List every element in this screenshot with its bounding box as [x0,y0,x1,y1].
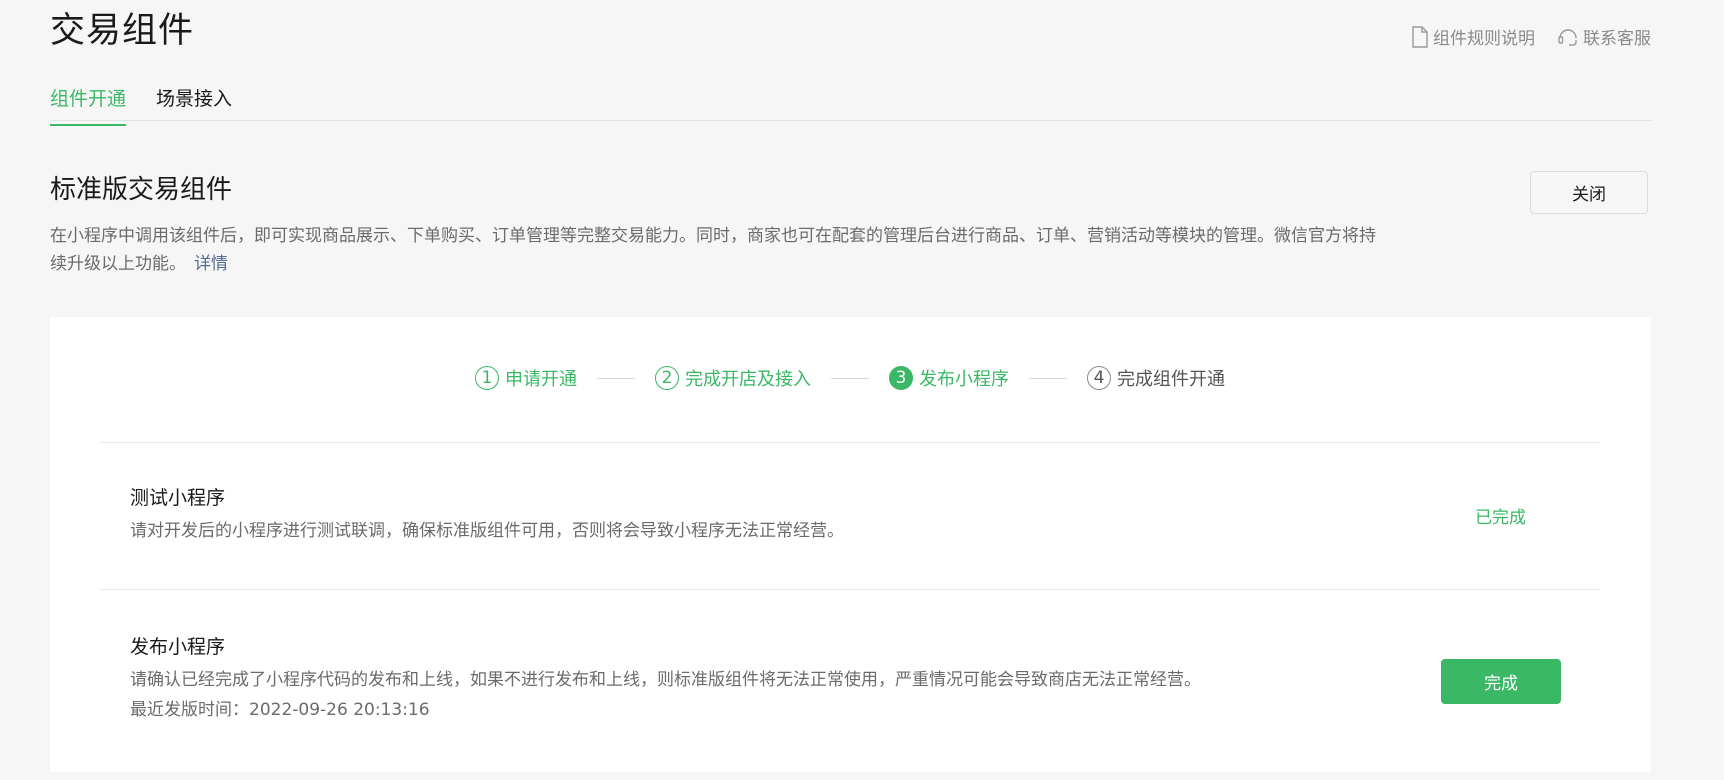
rules-link-label: 组件规则说明 [1433,29,1535,49]
task-publish: 发布小程序 请确认已经完成了小程序代码的发布和上线，如果不进行发布和上线，则标准… [130,633,1201,725]
step-1-label: 申请开通 [505,369,577,390]
step-2-number: 2 [655,366,679,390]
task-test-title: 测试小程序 [130,487,226,509]
step-4-number: 4 [1087,366,1111,390]
task-publish-title: 发布小程序 [130,636,226,658]
last-release-time: 最近发版时间：2022-09-26 20:13:16 [130,700,430,720]
task-test: 测试小程序 请对开发后的小程序进行测试联调，确保标准版组件可用，否则将会导致小程… [130,484,844,546]
progress-card: 1 申请开通 2 完成开店及接入 3 发布小程序 4 完成组件开通 测试小程序 … [50,317,1651,772]
tab-scenes[interactable]: 场景接入 [156,84,232,120]
document-icon [1411,25,1429,48]
close-button[interactable]: 关闭 [1530,171,1648,214]
complete-button[interactable]: 完成 [1441,659,1561,704]
detail-link[interactable]: 详情 [194,254,228,274]
divider [100,589,1600,590]
support-link[interactable]: 联系客服 [1557,24,1651,49]
step-4: 4 完成组件开通 [1087,365,1225,391]
step-1-number: 1 [475,366,499,390]
step-4-label: 完成组件开通 [1117,369,1225,390]
step-2: 2 完成开店及接入 [655,365,811,391]
component-title: 标准版交易组件 [50,175,233,205]
header-links: 组件规则说明 联系客服 [1411,24,1651,49]
component-description: 在小程序中调用该组件后，即可实现商品展示、下单购买、订单管理等完整交易能力。同时… [50,222,1390,278]
step-3: 3 发布小程序 [889,365,1009,391]
page-title: 交易组件 [50,11,195,51]
rules-link[interactable]: 组件规则说明 [1411,24,1535,49]
tab-enable[interactable]: 组件开通 [50,84,127,126]
step-3-label: 发布小程序 [919,369,1009,390]
step-connector [597,377,635,379]
headset-icon [1557,26,1579,48]
step-1: 1 申请开通 [475,365,577,391]
task-test-description: 请对开发后的小程序进行测试联调，确保标准版组件可用，否则将会导致小程序无法正常经… [130,521,844,541]
step-connector [1029,377,1067,379]
divider [100,442,1600,443]
step-3-number: 3 [889,366,913,390]
stepper: 1 申请开通 2 完成开店及接入 3 发布小程序 4 完成组件开通 [475,365,1225,391]
task-publish-description: 请确认已经完成了小程序代码的发布和上线，如果不进行发布和上线，则标准版组件将无法… [130,670,1201,690]
tab-bar: 组件开通 场景接入 [50,84,1651,126]
component-description-text: 在小程序中调用该组件后，即可实现商品展示、下单购买、订单管理等完整交易能力。同时… [50,226,1376,274]
step-connector [831,377,869,379]
page: 交易组件 组件规则说明 联系客服 组件开通 场景接入 标准版交易组件 在小程序中… [0,0,1724,780]
support-link-label: 联系客服 [1583,29,1651,49]
step-2-label: 完成开店及接入 [685,369,811,390]
task-test-status: 已完成 [1475,508,1526,528]
